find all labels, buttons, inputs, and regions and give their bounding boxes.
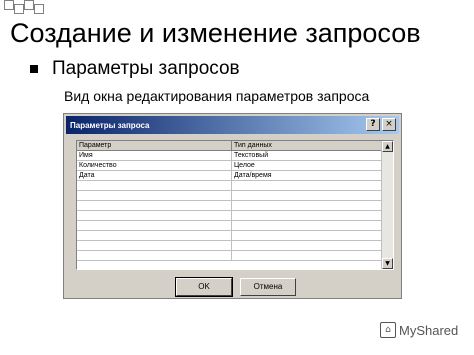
table-row[interactable]: Дата Дата/время — [77, 170, 382, 181]
parameters-grid: Параметр Тип данных Имя Текстовый Количест… — [76, 140, 394, 270]
dialog-titlebar[interactable]: Параметры запроса ? × — [66, 116, 399, 134]
bullet-item: Параметры запросов — [30, 56, 240, 82]
cell-parameter[interactable] — [77, 190, 232, 201]
table-row[interactable]: Имя Текстовый — [77, 150, 382, 161]
cell-parameter[interactable] — [77, 220, 232, 231]
cell-data-type[interactable] — [231, 220, 382, 231]
slide-subtitle: Вид окна редактирования параметров запро… — [64, 88, 370, 104]
query-parameters-dialog: Параметры запроса ? × Параметр Тип данны… — [63, 113, 402, 299]
table-row[interactable] — [77, 190, 382, 201]
cell-data-type[interactable] — [231, 250, 382, 261]
myshared-logo-icon: ⌂ — [380, 322, 396, 338]
cell-parameter[interactable] — [77, 200, 232, 211]
close-button[interactable]: × — [382, 118, 396, 131]
help-button[interactable]: ? — [366, 118, 380, 131]
dialog-title: Параметры запроса — [70, 120, 150, 130]
scroll-down-icon[interactable]: ▼ — [382, 258, 393, 269]
table-row[interactable] — [77, 220, 382, 231]
cell-data-type[interactable]: Дата/время — [231, 170, 382, 181]
cell-data-type[interactable] — [231, 200, 382, 211]
column-header-data-type[interactable]: Тип данных — [231, 141, 382, 151]
cell-data-type[interactable]: Целое — [231, 160, 382, 171]
cell-parameter[interactable]: Количество — [77, 160, 232, 171]
cell-data-type[interactable] — [231, 240, 382, 251]
vertical-scrollbar[interactable]: ▲ ▼ — [381, 141, 393, 269]
cell-parameter[interactable] — [77, 250, 232, 261]
cell-data-type[interactable] — [231, 230, 382, 241]
cell-parameter[interactable] — [77, 180, 232, 191]
table-row[interactable] — [77, 180, 382, 191]
cell-parameter[interactable]: Дата — [77, 170, 232, 181]
slide-title: Создание и изменение запросов — [10, 18, 421, 48]
cell-data-type[interactable] — [231, 210, 382, 221]
parameters-table: Параметр Тип данных Имя Текстовый Количест… — [77, 141, 382, 261]
scroll-up-icon[interactable]: ▲ — [382, 141, 393, 152]
decorative-squares — [0, 0, 60, 20]
cell-parameter[interactable]: Имя — [77, 150, 232, 161]
table-row[interactable] — [77, 240, 382, 251]
table-row[interactable] — [77, 230, 382, 241]
cell-parameter[interactable] — [77, 240, 232, 251]
bullet-text: Параметры запросов — [52, 58, 240, 79]
cell-data-type[interactable]: Текстовый — [231, 150, 382, 161]
column-header-parameter[interactable]: Параметр — [77, 141, 232, 151]
watermark: ⌂ MyShared — [380, 322, 458, 338]
table-row[interactable] — [77, 210, 382, 221]
cancel-button[interactable]: Отмена — [240, 278, 296, 296]
watermark-text: MyShared — [399, 322, 459, 338]
cell-data-type[interactable] — [231, 180, 382, 191]
table-row[interactable] — [77, 200, 382, 211]
cell-data-type[interactable] — [231, 190, 382, 201]
cell-parameter[interactable] — [77, 210, 232, 221]
table-header-row: Параметр Тип данных — [77, 141, 382, 151]
ok-button[interactable]: OK — [175, 277, 233, 297]
cell-parameter[interactable] — [77, 230, 232, 241]
bullet-square-icon — [30, 65, 38, 73]
table-row[interactable] — [77, 250, 382, 261]
table-row[interactable]: Количество Целое — [77, 160, 382, 171]
